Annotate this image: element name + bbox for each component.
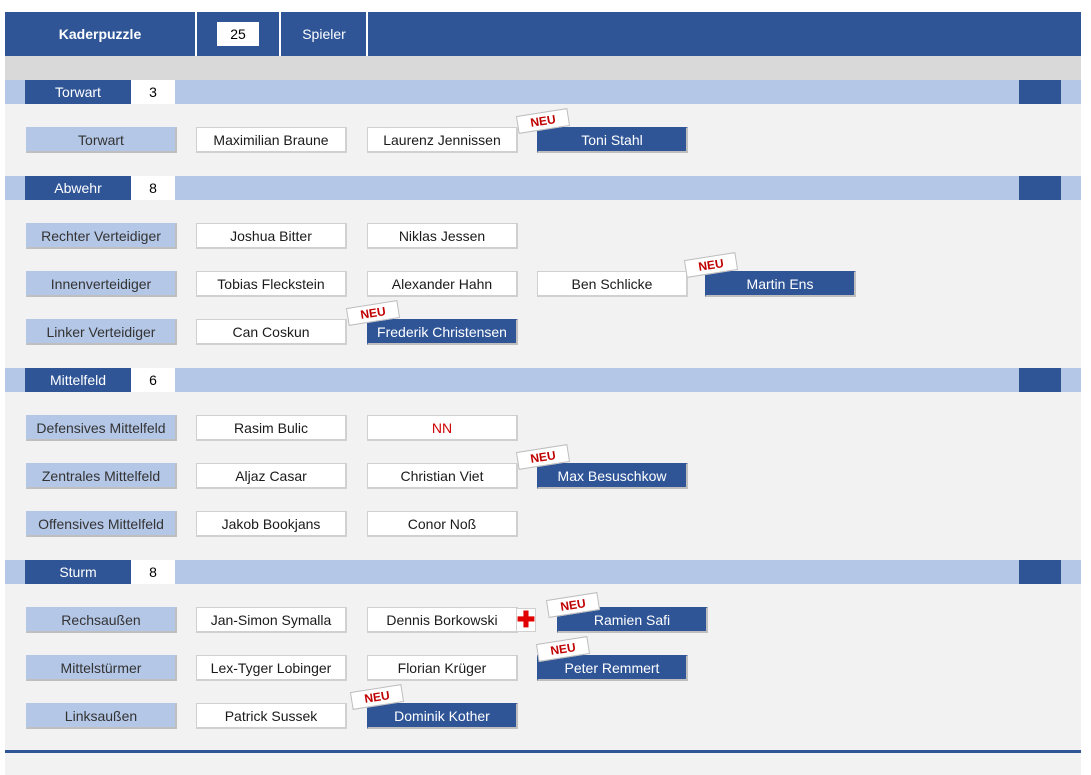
section-label: Torwart (25, 80, 131, 104)
position-label-linker-verteidiger: Linker Verteidiger (26, 319, 177, 345)
section-endcap (1019, 560, 1061, 584)
player-card-new[interactable]: Peter Remmert (537, 655, 688, 681)
player-card-vacant[interactable]: NN (367, 415, 518, 441)
player-card[interactable]: Rasim Bulic (196, 415, 347, 441)
player-card-new[interactable]: Max Besuschkow (537, 463, 688, 489)
section-endcap (1019, 176, 1061, 200)
player-count-unit: Spieler (302, 26, 346, 42)
player-count: 25 (217, 22, 259, 46)
position-label-offensives-mittelfeld: Offensives Mittelfeld (26, 511, 177, 537)
player-card[interactable]: Maximilian Braune (196, 127, 347, 153)
player-card[interactable]: Lex-Tyger Lobinger (196, 655, 347, 681)
footer-divider (5, 750, 1081, 753)
player-card[interactable]: Conor Noß (367, 511, 518, 537)
header-divider (195, 12, 197, 56)
position-label-innenverteidiger: Innenverteidiger (26, 271, 177, 297)
section-count: 6 (131, 368, 175, 392)
section-mittelfeld: Mittelfeld 6 (5, 368, 1081, 392)
player-card[interactable]: Alexander Hahn (367, 271, 518, 297)
player-card[interactable]: Patrick Sussek (196, 703, 347, 729)
player-card[interactable]: Dennis Borkowski (367, 607, 518, 633)
section-count: 8 (131, 176, 175, 200)
player-card[interactable]: Laurenz Jennissen (367, 127, 518, 153)
position-label-zentrales-mittelfeld: Zentrales Mittelfeld (26, 463, 177, 489)
player-card-new[interactable]: Dominik Kother (367, 703, 518, 729)
player-card[interactable]: Aljaz Casar (196, 463, 347, 489)
position-label-rechtsaussen: Rechsaußen (26, 607, 177, 633)
player-card[interactable]: Christian Viet (367, 463, 518, 489)
header-spacer (5, 56, 1081, 80)
section-label: Mittelfeld (25, 368, 131, 392)
header-divider (366, 12, 368, 56)
section-count: 3 (131, 80, 175, 104)
position-label-linksaussen: Linksaußen (26, 703, 177, 729)
section-label: Abwehr (25, 176, 131, 200)
section-count: 8 (131, 560, 175, 584)
player-card[interactable]: Jakob Bookjans (196, 511, 347, 537)
player-card[interactable]: Florian Krüger (367, 655, 518, 681)
player-card-new[interactable]: Martin Ens (705, 271, 856, 297)
position-label-mittelstuermer: Mittelstürmer (26, 655, 177, 681)
section-endcap (1019, 368, 1061, 392)
player-card-new[interactable]: Frederik Christensen (367, 319, 518, 345)
injury-cross-icon: ✚ (516, 607, 536, 632)
position-label-rechter-verteidiger: Rechter Verteidiger (26, 223, 177, 249)
page-title: Kaderpuzzle (58, 26, 142, 42)
position-label-defensives-mittelfeld: Defensives Mittelfeld (26, 415, 177, 441)
player-card-new[interactable]: Toni Stahl (537, 127, 688, 153)
player-card[interactable]: Joshua Bitter (196, 223, 347, 249)
player-card[interactable]: Jan-Simon Symalla (196, 607, 347, 633)
section-abwehr: Abwehr 8 (5, 176, 1081, 200)
position-label-torwart: Torwart (26, 127, 177, 153)
squad-puzzle-page: Kaderpuzzle 25 Spieler Torwart 3 Torwart… (5, 12, 1081, 775)
player-card[interactable]: Niklas Jessen (367, 223, 518, 249)
section-sturm: Sturm 8 (5, 560, 1081, 584)
section-label: Sturm (25, 560, 131, 584)
header-bar: Kaderpuzzle 25 Spieler (5, 12, 1081, 56)
player-card[interactable]: Can Coskun (196, 319, 347, 345)
section-torwart: Torwart 3 (5, 80, 1081, 104)
section-endcap (1019, 80, 1061, 104)
player-card[interactable]: Ben Schlicke (537, 271, 688, 297)
player-card[interactable]: Tobias Fleckstein (196, 271, 347, 297)
